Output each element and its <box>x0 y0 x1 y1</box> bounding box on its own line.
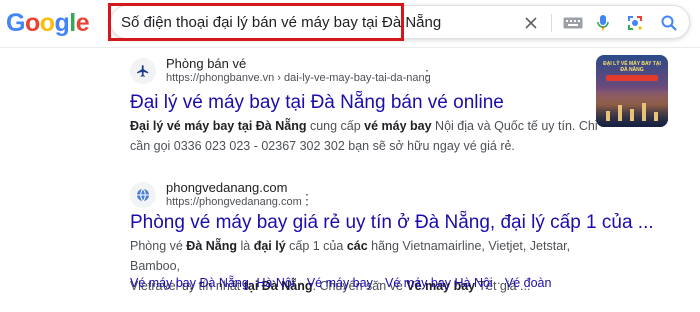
result-thumbnail[interactable]: ĐẠI LÝ VÉ MÁY BAY TẠI ĐÀ NẴNG <box>596 55 668 127</box>
keyboard-icon[interactable] <box>561 13 585 33</box>
snippet-line-1: Đại lý vé máy bay tại Đà Nẵng cung cấp v… <box>130 116 600 136</box>
snippet-bold-text: đại lý <box>253 239 286 253</box>
sitelink[interactable]: Vé máy bay Hà Nội <box>385 276 493 290</box>
close-icon[interactable] <box>521 13 541 33</box>
thumbnail-building <box>654 112 658 121</box>
search-result: phongvedanang.com https://phongvedanang.… <box>130 180 654 293</box>
more-vert-icon[interactable]: ⋮ <box>300 192 314 206</box>
sitelink[interactable]: Vé máy bay Đà Nẵng- Hà Nội <box>130 276 295 290</box>
logo-letter: g <box>54 9 70 37</box>
result-sitelinks: Vé máy bay Đà Nẵng- Hà Nội · Vé máy bay · Vé… <box>130 276 551 290</box>
result-title-link[interactable]: Đại lý vé máy bay tại Đà Nẵng bán vé onl… <box>130 92 504 114</box>
snippet-line-1: Phòng vé Đà Nẵng là đại lý cấp 1 của các… <box>130 236 600 276</box>
more-vert-icon[interactable]: ⋮ <box>420 68 434 82</box>
airplane-icon[interactable] <box>130 58 156 84</box>
google-logo[interactable]: Google <box>6 9 90 37</box>
sitelink[interactable]: Vé đoàn <box>505 276 552 290</box>
search-result: Phòng bán vé https://phongbanve.vn › dai… <box>130 56 600 158</box>
logo-letter: o <box>39 9 55 37</box>
thumbnail-building <box>642 103 646 121</box>
snippet-text: là <box>237 239 254 253</box>
result-site-name[interactable]: Phòng bán vé <box>166 56 246 71</box>
snippet-text: cung cấp <box>306 119 365 133</box>
logo-letter: G <box>6 9 25 37</box>
query-highlight-box <box>108 3 404 41</box>
result-url[interactable]: https://phongbanve.vn › dai-ly-ve-may-ba… <box>166 72 431 84</box>
search-divider <box>551 14 552 32</box>
snippet-bold-text: Đại lý vé máy bay tại Đà Nẵng <box>130 119 307 133</box>
snippet-text: cấp 1 của <box>285 239 347 253</box>
logo-letter: o <box>24 9 40 37</box>
logo-letter: e <box>75 9 90 37</box>
header-divider <box>0 47 700 48</box>
snippet-line-2: cần gọi 0336 023 023 - 02367 302 302 bạn… <box>130 139 515 153</box>
sitelink-separator: · <box>376 276 382 290</box>
result-site-name[interactable]: phongvedanang.com <box>166 180 287 195</box>
sitelink-separator: · <box>496 276 501 290</box>
thumbnail-badge <box>606 75 658 81</box>
thumbnail-building <box>606 111 610 121</box>
thumbnail-caption: ĐẠI LÝ VÉ MÁY BAY TẠI ĐÀ NẴNG <box>603 61 661 73</box>
lens-camera-icon[interactable] <box>625 13 645 33</box>
snippet-bold-text: các <box>346 239 368 253</box>
thumbnail-building <box>618 105 622 121</box>
result-title-link[interactable]: Phòng vé máy bay giá rẻ uy tín ở Đà Nẵng… <box>130 212 654 234</box>
result-url[interactable]: https://phongvedanang.com <box>166 196 302 208</box>
snippet-bold-text: vé máy bay <box>364 119 432 133</box>
snippet-bold-text: Đà Nẵng <box>186 239 237 253</box>
thumbnail-building <box>630 109 634 121</box>
snippet-text: Phòng vé <box>130 239 187 253</box>
microphone-icon[interactable] <box>593 13 613 33</box>
sitelink-separator: · <box>298 276 303 290</box>
result-snippet: Đại lý vé máy bay tại Đà Nẵng cung cấp v… <box>130 116 600 156</box>
globe-icon[interactable] <box>130 182 156 208</box>
snippet-text: Nội địa và Quốc tế uy tín. Chỉ <box>431 119 598 133</box>
sitelink[interactable]: Vé máy bay <box>307 276 373 290</box>
search-icon[interactable] <box>659 13 679 33</box>
